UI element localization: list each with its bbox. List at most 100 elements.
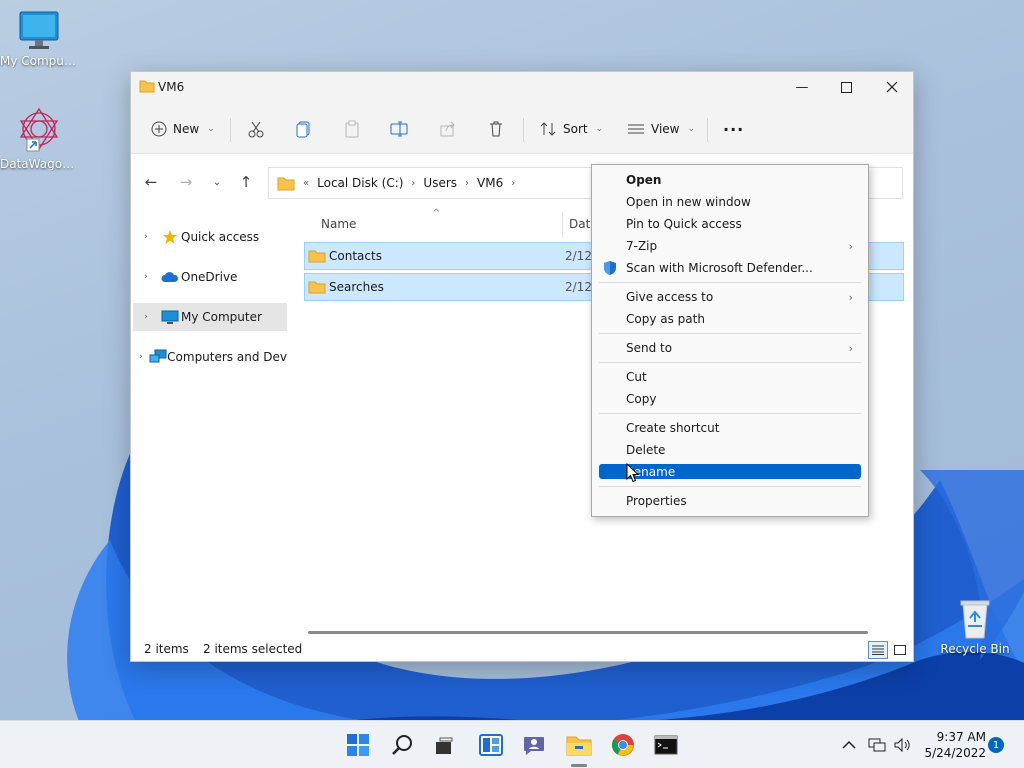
maximize-icon: [840, 81, 852, 93]
close-button[interactable]: [869, 72, 915, 102]
breadcrumb-chevron-icon[interactable]: ›: [511, 178, 515, 189]
menu-item-label: Copy: [626, 392, 657, 406]
expand-chevron-icon[interactable]: ›: [133, 232, 159, 242]
network-icon: [868, 738, 886, 752]
monitor-icon: [159, 310, 181, 325]
menu-item-label: Give access to: [626, 290, 714, 304]
volume-button[interactable]: [889, 729, 915, 761]
task-view-button[interactable]: [428, 729, 460, 761]
view-button[interactable]: View ⌄: [627, 116, 695, 142]
menu-item-label: Properties: [626, 494, 687, 508]
expand-chevron-icon[interactable]: ›: [133, 272, 159, 282]
widgets-button[interactable]: [475, 729, 507, 761]
menu-item-copy-as-path[interactable]: Copy as path: [599, 309, 861, 329]
new-button[interactable]: New ⌄: [151, 116, 215, 142]
nav-item-my-computer[interactable]: › My Computer: [133, 303, 287, 331]
delete-button[interactable]: [487, 116, 505, 142]
terminal-button[interactable]: [650, 729, 682, 761]
trash-icon: [490, 121, 502, 137]
rename-button[interactable]: [390, 116, 408, 142]
horizontal-scrollbar[interactable]: [308, 631, 868, 634]
title-bar[interactable]: VM6 —: [131, 72, 913, 104]
menu-item-delete[interactable]: Delete: [599, 440, 861, 460]
desktop-icon-my-computer[interactable]: My Computer: [0, 10, 78, 68]
chat-button[interactable]: [518, 729, 550, 761]
menu-item-properties[interactable]: Properties: [599, 491, 861, 511]
menu-item-open[interactable]: Open: [599, 170, 861, 190]
breadcrumb-overflow[interactable]: «: [303, 178, 309, 189]
nav-item-quick-access[interactable]: › Quick access: [133, 224, 287, 250]
file-date: 2/12: [565, 280, 592, 294]
file-explorer-taskbar-button[interactable]: [563, 729, 595, 761]
notification-badge[interactable]: 1: [988, 737, 1004, 753]
terminal-icon: [654, 735, 678, 755]
sort-icon: [540, 122, 556, 136]
selected-count: 2 items selected: [203, 642, 303, 656]
view-list-icon: [628, 124, 644, 134]
command-bar: New ⌄ Sort ⌄ View ⌄ ···: [131, 104, 913, 154]
nav-item-computers-and-devices[interactable]: › Computers and Dev: [133, 344, 287, 370]
recent-locations-button[interactable]: ⌄: [206, 171, 228, 193]
teams-chat-icon: [524, 737, 544, 755]
breadcrumb-chevron-icon[interactable]: ›: [411, 178, 415, 189]
menu-item-open-in-new-window[interactable]: Open in new window: [599, 192, 861, 212]
file-name: Searches: [329, 280, 384, 294]
menu-item-scan-defender[interactable]: Scan with Microsoft Defender...: [599, 258, 861, 278]
sort-button[interactable]: Sort ⌄: [539, 116, 603, 142]
close-icon: [886, 81, 898, 93]
submenu-chevron-icon: ›: [848, 239, 853, 253]
breadcrumb-users[interactable]: Users: [423, 176, 457, 190]
breadcrumb-chevron-icon[interactable]: ›: [465, 178, 469, 189]
window-title: VM6: [158, 80, 185, 94]
nav-item-label: OneDrive: [181, 270, 238, 284]
cut-button[interactable]: [247, 116, 265, 142]
menu-item-copy[interactable]: Copy: [599, 389, 861, 409]
folder-icon: [305, 280, 329, 294]
scissors-icon: [248, 121, 264, 138]
desktop-icon-recycle-bin[interactable]: Recycle Bin: [936, 596, 1014, 656]
menu-item-give-access-to[interactable]: Give access to ›: [599, 287, 861, 307]
show-hidden-icons-button[interactable]: [834, 729, 864, 761]
arrow-right-icon: →: [179, 173, 193, 191]
menu-item-create-shortcut[interactable]: Create shortcut: [599, 418, 861, 438]
minimize-icon: —: [795, 79, 809, 95]
arrow-left-icon: ←: [144, 173, 158, 191]
tiles-view-button[interactable]: [890, 641, 910, 659]
back-button[interactable]: ←: [140, 171, 162, 193]
more-options-button[interactable]: ···: [723, 116, 744, 142]
windows-logo-icon: [347, 734, 369, 756]
chevron-down-icon: ⌄: [595, 124, 604, 134]
details-view-button[interactable]: [868, 641, 888, 659]
minimize-button[interactable]: —: [779, 72, 825, 102]
search-button[interactable]: [387, 729, 419, 761]
menu-item-7zip[interactable]: 7-Zip ›: [599, 236, 861, 256]
maximize-button[interactable]: [823, 72, 869, 102]
nav-item-onedrive[interactable]: › OneDrive: [133, 264, 287, 290]
breadcrumb-local-disk[interactable]: Local Disk (C:): [317, 176, 403, 190]
menu-item-label: Scan with Microsoft Defender...: [626, 261, 813, 275]
copy-button[interactable]: [295, 116, 313, 142]
menu-item-cut[interactable]: Cut: [599, 367, 861, 387]
sort-label: Sort: [563, 122, 588, 136]
expand-chevron-icon[interactable]: ›: [133, 352, 149, 362]
chevron-up-icon: [842, 740, 856, 749]
network-tray-button[interactable]: [864, 729, 890, 761]
share-button[interactable]: [439, 116, 457, 142]
menu-item-label: 7-Zip: [626, 239, 658, 253]
up-button[interactable]: ↑: [235, 171, 257, 193]
rename-icon: [390, 121, 408, 137]
start-button[interactable]: [342, 729, 374, 761]
expand-chevron-icon[interactable]: ›: [133, 312, 159, 322]
menu-item-send-to[interactable]: Send to ›: [599, 338, 861, 358]
chrome-button[interactable]: [607, 729, 639, 761]
breadcrumb-vm6[interactable]: VM6: [477, 176, 503, 190]
desktop-icon-datawagon[interactable]: DataWagon...: [0, 105, 78, 171]
menu-item-pin-to-quick-access[interactable]: Pin to Quick access: [599, 214, 861, 234]
clock[interactable]: 9:37 AM 5/24/2022: [920, 729, 986, 761]
desktop-icon-label: My Computer: [0, 54, 78, 68]
column-header-name[interactable]: Name: [321, 217, 356, 231]
task-view-icon: [436, 737, 453, 754]
paste-button[interactable]: [343, 116, 361, 142]
folder-icon: [139, 79, 155, 96]
forward-button[interactable]: →: [175, 171, 197, 193]
